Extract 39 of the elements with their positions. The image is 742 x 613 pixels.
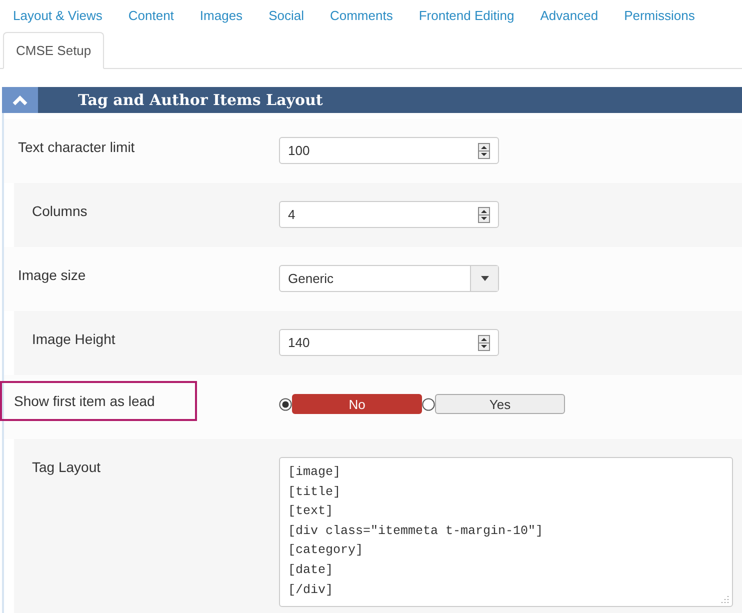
radio-button[interactable] <box>279 398 292 410</box>
field-label: Tag Layout <box>31 458 102 477</box>
tab[interactable]: Frontend Editing <box>406 0 528 30</box>
code-line: [text] <box>288 503 334 520</box>
resize-grip-icon <box>721 595 729 603</box>
dropdown-field[interactable]: Generic <box>279 265 499 292</box>
spinner-icon <box>478 206 490 222</box>
tab[interactable]: Layout & Views <box>0 0 116 30</box>
number-field[interactable]: 140 <box>279 329 499 356</box>
field-label: Text character limit <box>17 138 136 157</box>
code-line: [date] <box>288 562 334 579</box>
tab[interactable]: Comments <box>316 0 406 30</box>
code-line: [title] <box>288 484 342 501</box>
tab[interactable]: Advanced <box>527 0 612 30</box>
toggle-option[interactable]: No <box>292 394 422 414</box>
number-field[interactable]: 4 <box>279 201 499 228</box>
collapse-button[interactable] <box>2 87 38 113</box>
chevron-icon <box>12 94 28 106</box>
spinner-icon <box>478 334 490 350</box>
code-line: [image] <box>288 464 342 481</box>
code-line: [category] <box>288 542 364 560</box>
tab[interactable]: Content <box>115 0 187 30</box>
radio-button[interactable] <box>422 398 435 410</box>
field-label: Image Height <box>31 330 116 349</box>
tab[interactable]: Images <box>186 0 256 30</box>
toggle-option[interactable]: Yes <box>435 394 565 414</box>
caret-icon <box>480 276 488 281</box>
tab[interactable]: Social <box>256 0 317 30</box>
spinner-icon <box>478 142 490 158</box>
tab[interactable]: CMSE Setup <box>3 32 104 69</box>
tab[interactable]: Permissions <box>611 0 708 30</box>
field-label: Columns <box>31 202 88 221</box>
code-line: [/div] <box>288 582 334 599</box>
panel-title: Tag and Author Items Layout <box>78 91 323 109</box>
field-label: Show first item as lead <box>0 381 197 421</box>
number-field[interactable]: 100 <box>279 137 499 164</box>
text-area[interactable]: [image] [title] [text] [div class="itemmeta t-margin-10"] [category] [date] [/div] <box>279 457 733 607</box>
field-label: Image size <box>17 266 87 285</box>
code-line: [div class="itemmeta t-margin-10"] <box>288 522 544 540</box>
